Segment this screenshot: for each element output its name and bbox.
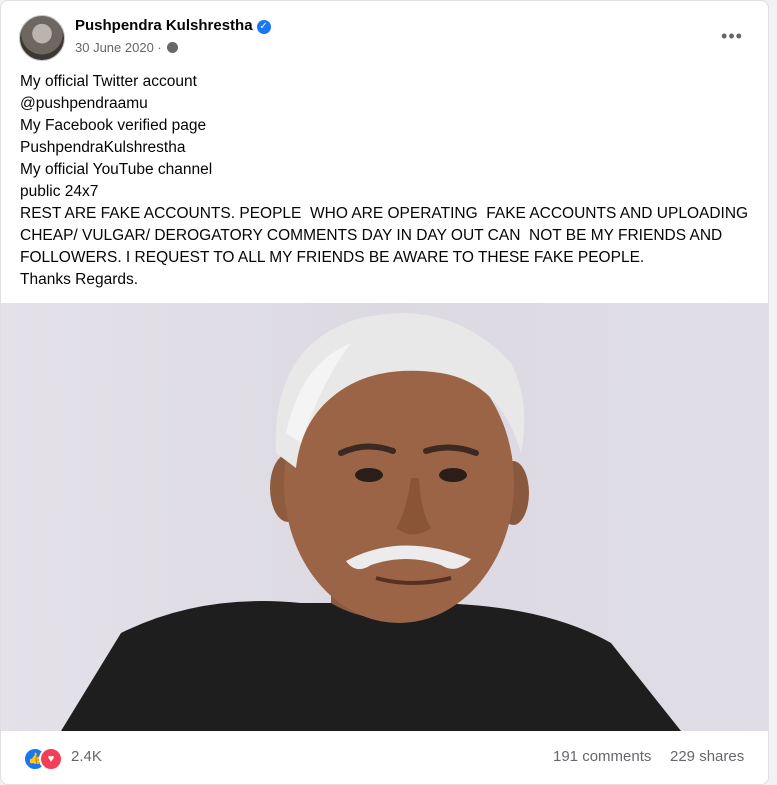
love-reaction-icon[interactable]: ♥	[39, 747, 63, 771]
post-text-line: CHEAP/ VULGAR/ DEROGATORY COMMENTS DAY I…	[20, 227, 723, 244]
globe-icon	[167, 42, 179, 53]
shares-count-link[interactable]: 229 shares	[670, 748, 744, 765]
post-text-line: public 24x7	[20, 183, 99, 200]
post-text-line: PushpendraKulshrestha	[20, 139, 186, 156]
reaction-count[interactable]: 2.4K	[71, 748, 102, 765]
post-text-line: REST ARE FAKE ACCOUNTS. PEOPLE WHO ARE O…	[20, 205, 749, 222]
meta-separator: ·	[157, 40, 162, 55]
post-text: My official Twitter account @pushpendraa…	[20, 71, 748, 291]
author-name-link[interactable]: Pushpendra Kulshrestha ✓	[75, 17, 271, 34]
portrait-image	[61, 313, 681, 731]
post-text-line: FOLLOWERS. I REQUEST TO ALL MY FRIENDS B…	[20, 249, 645, 266]
post-text-line: My official YouTube channel	[20, 161, 213, 178]
post-photo[interactable]	[1, 303, 768, 731]
post-date[interactable]: 30 June 2020	[75, 40, 154, 55]
verified-badge-icon: ✓	[256, 20, 271, 34]
post-meta: 30 June 2020 ·	[75, 40, 179, 55]
avatar[interactable]	[19, 15, 65, 61]
facebook-post: Pushpendra Kulshrestha ✓ 30 June 2020 · •…	[0, 0, 769, 785]
author-name[interactable]: Pushpendra Kulshrestha	[75, 17, 253, 34]
post-header: Pushpendra Kulshrestha ✓ 30 June 2020 · •…	[19, 15, 750, 61]
post-text-line: My Facebook verified page	[20, 117, 207, 134]
post-text-line: @pushpendraamu	[20, 95, 148, 112]
post-footer: 👍 ♥ 2.4K 191 comments 229 shares	[1, 731, 768, 784]
comments-count-link[interactable]: 191 comments	[553, 748, 651, 765]
post-text-line: Thanks Regards.	[20, 271, 139, 288]
more-options-button[interactable]: •••	[714, 19, 750, 55]
more-horizontal-icon: •••	[721, 26, 743, 46]
post-text-line: My official Twitter account	[20, 73, 197, 90]
